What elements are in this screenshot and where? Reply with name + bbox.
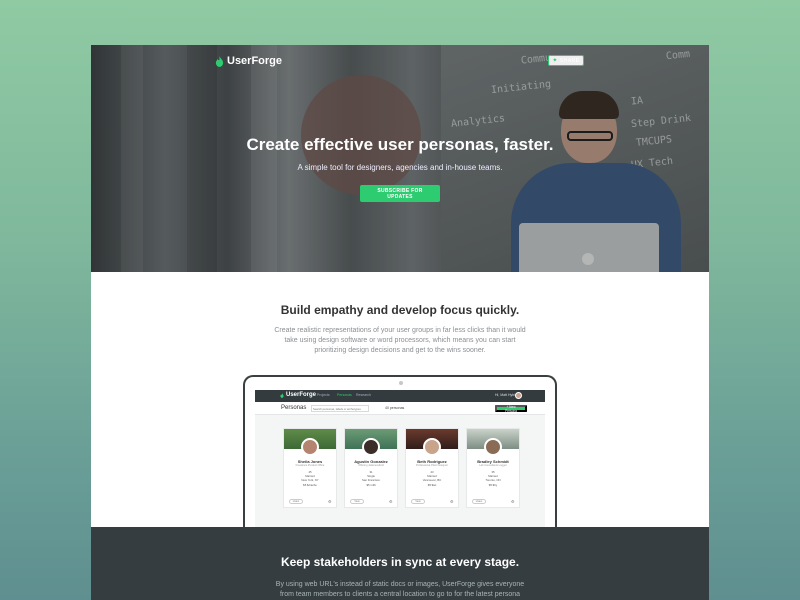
flame-icon [280,392,284,398]
nav-personas[interactable]: Personas [337,393,352,397]
persona-income: $5 $tel [427,482,437,487]
app-logo[interactable]: UserForge [280,392,316,398]
camera-dot [399,381,403,385]
section-body: By using web URL's instead of static doc… [275,581,525,598]
gear-icon[interactable]: ⚙ [450,499,454,504]
flame-icon [215,55,224,67]
persona-avatar [301,438,319,456]
persona-meta: 35 Married Toronto, ON $5 $hy [467,470,519,487]
persona-meta: 45 Married New York, NY $5 $/cache [284,470,336,487]
avatar[interactable] [515,392,522,399]
persona-income: $5 $hy [488,482,498,487]
hero-section: Commu Initiating Analytics Step Drink TM… [91,45,709,272]
persona-income: $5 mRt [366,482,376,487]
card-action-button[interactable]: Listen [289,499,303,504]
brand-name: UserForge [227,55,283,67]
hero-overlay [91,45,709,272]
search-input[interactable] [311,405,369,412]
section-title: Build empathy and develop focus quickly. [280,303,520,317]
nav-projects[interactable]: Projects [317,393,330,397]
persona-card[interactable]: Beth Rodriguez Professional Plant Design… [405,428,459,508]
persona-role: Freelance Product Office [295,464,325,467]
landing-page: Commu Initiating Analytics Step Drink TM… [91,45,709,600]
subscribe-button[interactable]: SUBSCRIBE FOR UPDATES [360,185,440,202]
stakeholders-section: Keep stakeholders in sync at every stage… [91,527,709,600]
card-action-button[interactable]: Listen [472,499,486,504]
persona-count-dropdown[interactable]: 40 personas [385,406,404,410]
hero-subheadline: A simple tool for designers, agencies an… [297,163,503,172]
persona-card[interactable]: Agustin Gonzalez Offering Jacknessfield … [344,428,398,508]
persona-avatar [484,438,502,456]
persona-role: Professional Plant Designer [415,464,448,467]
persona-role: Offering Jacknessfield [358,464,384,467]
section-body: Create realistic representations of your… [274,327,526,354]
laptop-mockup: UserForge Projects Personas Research Hi,… [243,375,557,527]
hero-headline: Create effective user personas, faster. [246,135,554,154]
account-menu[interactable]: Hi, Matt Hybig [495,393,517,397]
card-action-button[interactable]: View [350,499,364,504]
persona-meta: 31 Single San Francisco $5 mRt [345,470,397,487]
gear-icon[interactable]: ⚙ [511,499,515,504]
persona-avatar [362,438,380,456]
persona-grid: Sheila Jones Freelance Product Office 45… [281,428,527,524]
page-title: Personas [281,405,307,411]
app-logo-text: UserForge [286,392,317,398]
nav-research[interactable]: Research [356,393,371,397]
persona-income: $5 $/cache [303,482,317,487]
persona-role: Lab Consultants Logger [479,464,507,467]
twitter-icon: ✦ [552,58,558,64]
brand-logo[interactable]: UserForge [215,55,282,67]
gear-icon[interactable]: ⚙ [328,499,332,504]
new-persona-button[interactable]: + New Persona [495,405,527,413]
persona-meta: 23 Married Vancouver, BC $5 $tel [406,470,458,487]
card-action-button[interactable]: View [411,499,425,504]
app-screenshot: UserForge Projects Personas Research Hi,… [255,390,545,527]
persona-avatar [423,438,441,456]
share-button[interactable]: ✦ SHARE [548,55,584,66]
persona-card[interactable]: Sheila Jones Freelance Product Office 45… [283,428,337,508]
share-label: SHARE [559,57,580,64]
app-navbar: UserForge Projects Personas Research Hi,… [255,390,545,402]
persona-card[interactable]: Bradley Schmidt Lab Consultants Logger 3… [466,428,520,508]
gear-icon[interactable]: ⚙ [389,499,393,504]
section-title: Keep stakeholders in sync at every stage… [280,555,520,569]
